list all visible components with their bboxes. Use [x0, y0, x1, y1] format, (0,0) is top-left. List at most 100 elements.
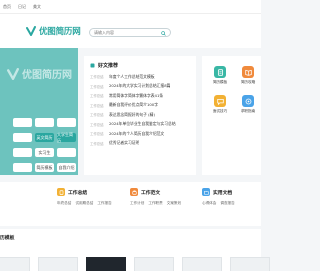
article-link[interactable]: 2024年的个人简历自我介绍范文 [109, 131, 164, 137]
category-pill-resume-template[interactable]: 简历模板 [35, 163, 54, 172]
category-links: 心得体会 调查报告 [202, 201, 239, 206]
list-item[interactable]: 工作总结 优秀记者实习证明 [90, 139, 194, 149]
logo-text: 优图简历网 [39, 27, 81, 37]
bookmark-icon [90, 63, 95, 68]
category-link[interactable]: 工作报告 [97, 201, 111, 206]
section-title: 历模板 [0, 236, 15, 241]
category-pill-student-resume[interactable]: 大学生简历 [57, 132, 76, 143]
article-tag: 工作总结 [90, 113, 104, 118]
article-link[interactable]: 最新自我评价优点简介100字 [109, 102, 158, 108]
template-thumbnail[interactable] [86, 257, 126, 271]
template-thumbnail[interactable] [38, 257, 78, 271]
recommended-title-text: 好文推荐 [98, 63, 119, 69]
banner-logo-text: 优图简历网 [22, 70, 72, 81]
category-link[interactable]: 年终总结 [57, 201, 71, 206]
category-links: 工作计划 工作职责 文案策划 [130, 201, 181, 206]
quick-link-label: 求职指南 [240, 109, 256, 113]
top-nav-link-diary[interactable]: 日记 [18, 4, 26, 10]
document-icon [214, 66, 226, 78]
list-item[interactable]: 工作总结 2024年的个人简历自我介绍范文 [90, 129, 194, 139]
article-link[interactable]: 2024年的大学实习计划总结汇报8篇 [109, 83, 170, 89]
search-icon[interactable] [161, 30, 166, 36]
article-tag: 工作总结 [90, 75, 104, 80]
top-nav-link-home[interactable]: 首页 [3, 4, 11, 10]
template-thumbnail[interactable] [230, 257, 270, 271]
category-pill[interactable] [57, 148, 76, 157]
clipboard-icon [57, 188, 65, 196]
category-pill[interactable] [35, 118, 54, 127]
category-pill[interactable] [13, 118, 32, 127]
banner-logo-icon [7, 67, 19, 80]
article-tag: 工作总结 [90, 132, 104, 137]
category-link[interactable]: 文案策划 [167, 201, 181, 206]
quick-link-interview-tips[interactable]: 面试技巧 [207, 95, 233, 114]
list-item[interactable]: 工作总结 常用简体字简体字繁体字表41条 [90, 91, 194, 101]
site-header: 优图简历网 [0, 14, 261, 48]
quick-link-resume-guide[interactable]: 简历攻略 [235, 66, 261, 85]
category-group-work-samples: 工作范文 工作计划 工作职责 文案策划 [130, 188, 181, 206]
category-pill[interactable] [13, 163, 32, 172]
category-title: 实用文档 [213, 190, 233, 196]
site-logo[interactable]: 优图简历网 [26, 25, 81, 37]
quick-link-label: 面试技巧 [212, 109, 228, 113]
list-item[interactable]: 工作总结 年度个人工作总结范文模板 [90, 72, 194, 82]
category-pill[interactable] [13, 133, 32, 142]
top-nav-link-essay[interactable]: 美文 [33, 4, 41, 10]
list-item[interactable]: 工作总结 最新自我评价优点简介100字 [90, 101, 194, 111]
article-link[interactable]: 年度个人工作总结范文模板 [109, 74, 155, 80]
article-link[interactable]: 2024年单位毕业生自我鉴定与实习总结 [109, 121, 176, 127]
category-pill-intern[interactable]: 实习生 [35, 148, 54, 157]
category-pill-english-resume[interactable]: 英文简历 [35, 133, 54, 142]
template-thumbnail[interactable] [182, 257, 222, 271]
article-tag: 工作总结 [90, 103, 104, 108]
briefcase-icon [130, 188, 138, 196]
article-tag: 工作总结 [90, 84, 104, 89]
category-link[interactable]: 工作职责 [148, 201, 162, 206]
logo-check-icon [26, 26, 36, 36]
category-group-work-summary: 工作总结 年终总结 试用期总结 工作报告 [57, 188, 112, 206]
article-tag: 工作总结 [90, 141, 104, 146]
banner-logo: 优图简历网 [7, 66, 72, 81]
template-thumbnail[interactable] [0, 257, 30, 271]
article-link[interactable]: 常用简体字简体字繁体字表41条 [109, 93, 163, 99]
list-item[interactable]: 工作总结 2024年的大学实习计划总结汇报8篇 [90, 82, 194, 92]
list-item[interactable]: 工作总结 2024年单位毕业生自我鉴定与实习总结 [90, 120, 194, 130]
article-link[interactable]: 表达思念简报好的句子 (精) [109, 112, 155, 118]
top-nav-bar: 首页 日记 美文 [0, 0, 261, 14]
quick-links-grid: 简历模板 简历攻略 面试技巧 求职指南 [207, 66, 261, 114]
category-header[interactable]: 工作总结 [57, 188, 112, 196]
category-pill[interactable] [13, 148, 32, 157]
main-content: 优图简历网 英文简历 大学生简历 实习生 简历模板 自我介绍 好文推荐 工作总结… [0, 48, 261, 178]
category-links: 年终总结 试用期总结 工作报告 [57, 201, 112, 206]
target-icon [242, 95, 254, 107]
quick-links-panel: 简历模板 简历攻略 面试技巧 求职指南 [202, 56, 261, 175]
category-title: 工作总结 [68, 190, 88, 196]
quick-link-job-guide[interactable]: 求职指南 [235, 95, 261, 114]
article-tag: 工作总结 [90, 122, 104, 127]
category-link[interactable]: 工作计划 [130, 201, 144, 206]
category-link[interactable]: 试用期总结 [75, 201, 93, 206]
category-pill[interactable] [57, 118, 76, 127]
recommended-articles-panel: 好文推荐 工作总结 年度个人工作总结范文模板 工作总结 2024年的大学实习计划总结… [84, 56, 196, 175]
category-group-resume [0, 188, 5, 193]
category-link[interactable]: 心得体会 [202, 201, 216, 206]
list-item[interactable]: 工作总结 表达思念简报好的句子 (精) [90, 110, 194, 120]
resume-templates-section: 历模板 [0, 229, 270, 271]
quick-link-resume-templates[interactable]: 简历模板 [207, 66, 233, 85]
template-thumbnail[interactable] [134, 257, 174, 271]
category-header[interactable]: 实用文档 [202, 188, 239, 196]
quick-link-label: 简历攻略 [240, 80, 256, 84]
category-header[interactable]: 工作范文 [130, 188, 181, 196]
category-pill-grid: 英文简历 大学生简历 实习生 简历模板 自我介绍 [13, 118, 76, 172]
category-links-section: 工作总结 年终总结 试用期总结 工作报告 工作范文 工作计划 工作职责 文案策划… [0, 182, 261, 226]
category-banner: 优图简历网 英文简历 大学生简历 实习生 简历模板 自我介绍 [0, 48, 78, 175]
category-link[interactable]: 调查报告 [220, 201, 234, 206]
category-title: 工作范文 [141, 190, 161, 196]
recommended-title: 好文推荐 [90, 62, 118, 69]
article-link[interactable]: 优秀记者实习证明 [109, 140, 139, 146]
quick-link-label: 简历模板 [212, 80, 228, 84]
search-input[interactable] [94, 30, 162, 35]
category-pill-self-intro[interactable]: 自我介绍 [57, 163, 76, 172]
recommended-list: 工作总结 年度个人工作总结范文模板 工作总结 2024年的大学实习计划总结汇报8篇 … [90, 72, 194, 148]
chat-icon [214, 95, 226, 107]
